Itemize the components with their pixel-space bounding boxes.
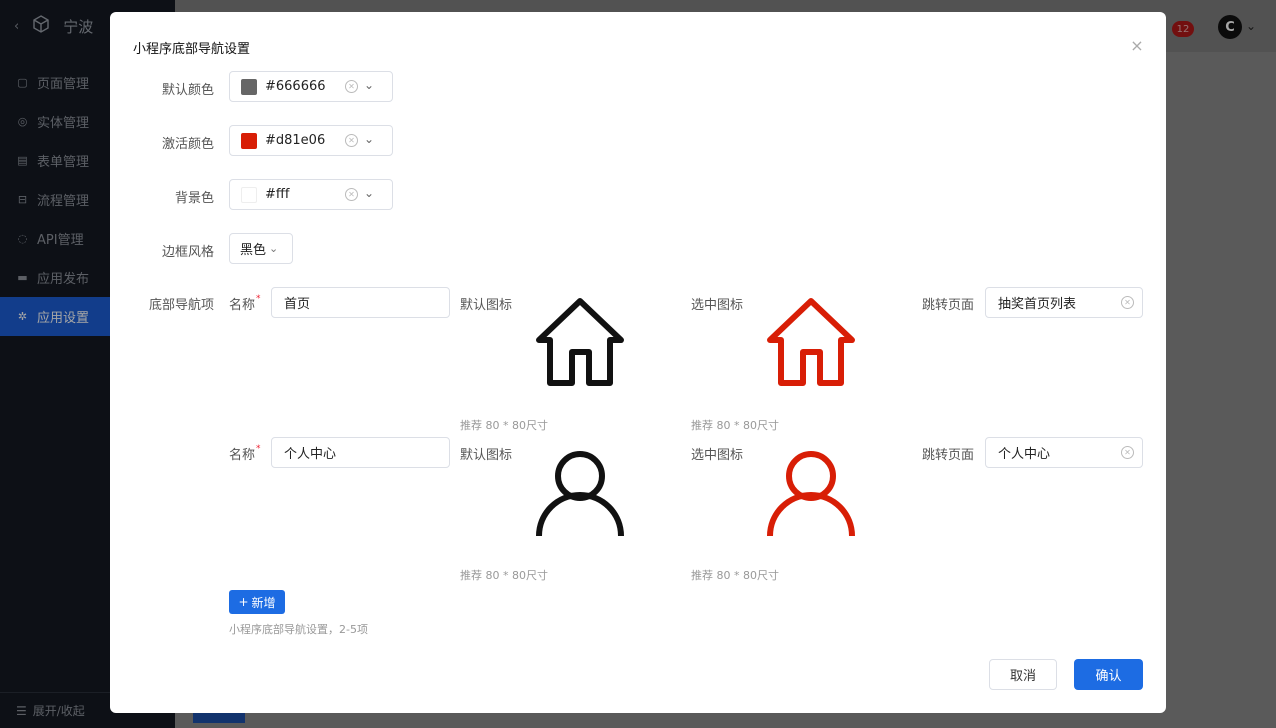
color-value: #d81e06 <box>265 133 326 148</box>
icon-size-hint: 推荐 80 * 80尺寸 <box>691 419 779 432</box>
confirm-button[interactable]: 确认 <box>1074 659 1143 690</box>
active-color-picker[interactable]: #d81e06 ✕ ⌄ <box>229 125 393 156</box>
select-value: 黑色 <box>240 243 267 258</box>
border-style-label: 边框风格 <box>161 245 214 260</box>
nav-items-label: 底部导航项 <box>148 298 214 313</box>
border-style-select[interactable]: 黑色 ⌄ <box>229 233 293 264</box>
icon-size-hint: 推荐 80 * 80尺寸 <box>460 419 548 432</box>
name-label: 名称* <box>229 444 261 463</box>
clear-icon[interactable]: ✕ <box>1121 446 1134 459</box>
name-input[interactable]: 个人中心 <box>271 437 450 468</box>
selected-icon-label: 选中图标 <box>691 448 744 463</box>
add-button-label: 新增 <box>251 595 276 610</box>
cancel-button[interactable]: 取消 <box>989 659 1057 690</box>
user-icon[interactable] <box>761 444 861 544</box>
clear-icon[interactable]: ✕ <box>1121 296 1134 309</box>
icon-size-hint: 推荐 80 * 80尺寸 <box>460 569 548 582</box>
clear-icon[interactable]: ✕ <box>345 188 358 201</box>
page-label: 跳转页面 <box>922 448 975 463</box>
color-swatch <box>241 132 257 149</box>
page-label: 跳转页面 <box>922 298 975 313</box>
active-color-label: 激活颜色 <box>161 137 214 152</box>
clear-icon[interactable]: ✕ <box>345 134 358 147</box>
default-icon-label: 默认图标 <box>460 448 513 463</box>
color-value: #fff <box>265 187 290 202</box>
close-icon[interactable]: × <box>1129 38 1145 54</box>
dialog-title: 小程序底部导航设置 <box>133 42 251 57</box>
nav-settings-dialog: 小程序底部导航设置 × 默认颜色 #666666 ✕ ⌄ 激活颜色 #d81e0… <box>110 12 1166 713</box>
icon-size-hint: 推荐 80 * 80尺寸 <box>691 569 779 582</box>
page-value: 抽奖首页列表 <box>998 297 1077 312</box>
color-value: #666666 <box>265 79 326 94</box>
page-select[interactable]: 抽奖首页列表 ✕ <box>985 287 1143 318</box>
chevron-down-icon[interactable]: ⌄ <box>364 132 374 146</box>
selected-icon-label: 选中图标 <box>691 298 744 313</box>
bg-color-label: 背景色 <box>174 191 214 206</box>
home-icon[interactable] <box>530 292 630 392</box>
page-select[interactable]: 个人中心 ✕ <box>985 437 1143 468</box>
clear-icon[interactable]: ✕ <box>345 80 358 93</box>
name-input[interactable]: 首页 <box>271 287 450 318</box>
color-swatch <box>241 78 257 95</box>
add-hint: 小程序底部导航设置，2-5项 <box>229 623 368 636</box>
chevron-down-icon: ⌄ <box>269 242 279 255</box>
add-nav-item-button[interactable]: + 新增 <box>229 590 285 614</box>
chevron-down-icon[interactable]: ⌄ <box>364 78 374 92</box>
user-icon[interactable] <box>530 444 630 544</box>
plus-icon: + <box>238 595 249 609</box>
home-icon[interactable] <box>761 292 861 392</box>
chevron-down-icon[interactable]: ⌄ <box>364 186 374 200</box>
color-swatch <box>241 186 257 203</box>
default-color-picker[interactable]: #666666 ✕ ⌄ <box>229 71 393 102</box>
name-label: 名称* <box>229 294 261 313</box>
default-icon-label: 默认图标 <box>460 298 513 313</box>
bg-color-picker[interactable]: #fff ✕ ⌄ <box>229 179 393 210</box>
page-value: 个人中心 <box>998 447 1051 462</box>
default-color-label: 默认颜色 <box>161 83 214 98</box>
